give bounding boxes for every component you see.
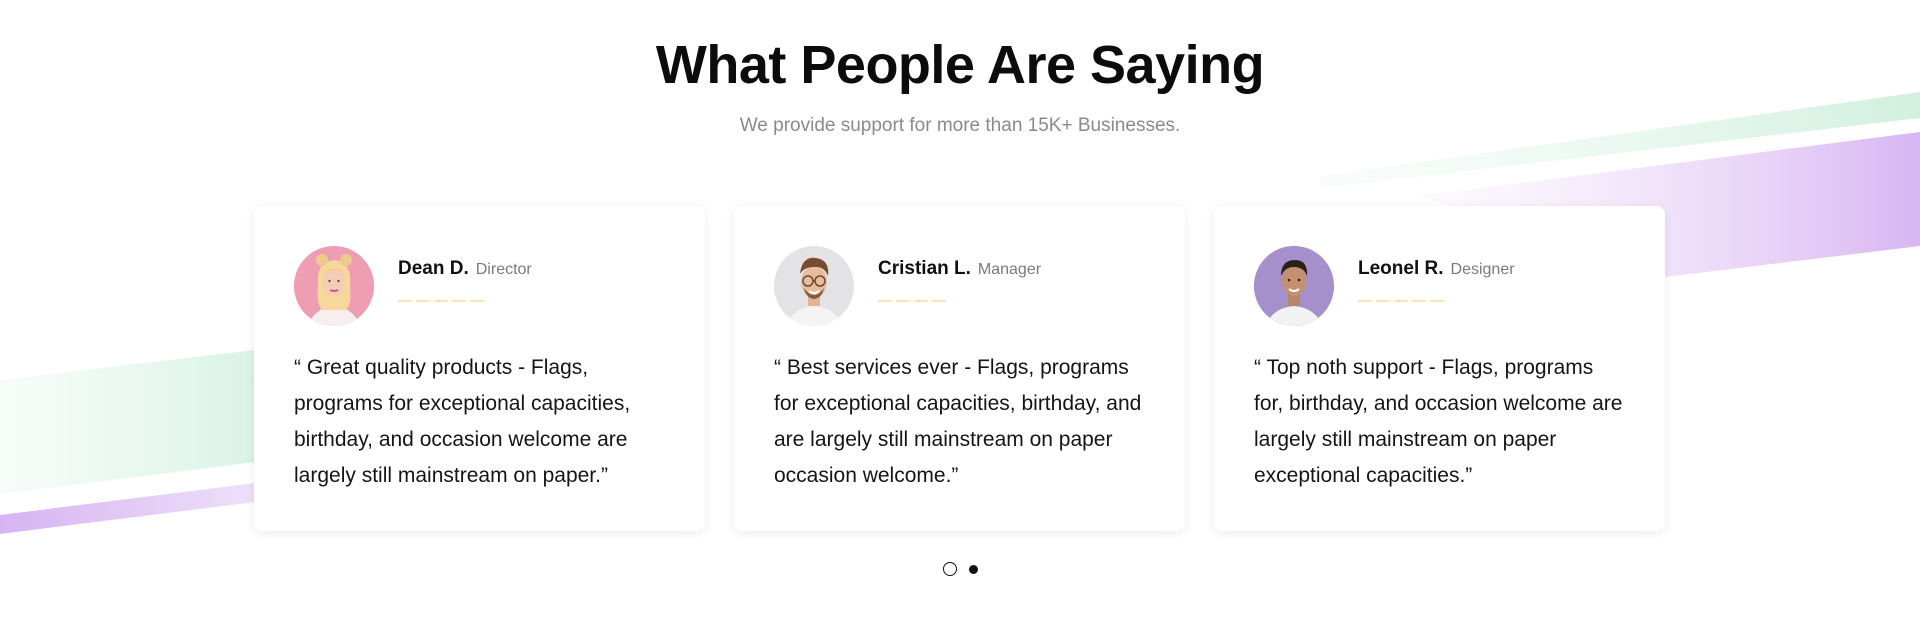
author-info: Dean D. Director: [398, 246, 532, 302]
carousel-pagination: [943, 562, 978, 576]
man-portrait-icon: [1254, 246, 1334, 326]
star-icon: [470, 300, 484, 302]
star-icon: [416, 300, 430, 302]
testimonial-quote: “ Top noth support - Flags, programs for…: [1254, 356, 1623, 487]
section-subtitle: We provide support for more than 15K+ Bu…: [739, 115, 1181, 136]
testimonial-quote: “ Best services ever - Flags, programs f…: [774, 356, 1142, 487]
pagination-dot-2[interactable]: [969, 564, 978, 574]
testimonial-quote: “ Great quality products - Flags, progra…: [294, 356, 631, 487]
star-rating: [398, 300, 532, 302]
star-icon: [1376, 300, 1390, 302]
author-name: Leonel R.: [1358, 258, 1444, 279]
author-role: Manager: [977, 261, 1042, 278]
testimonial-card: Dean D. Director “ Great quality product…: [254, 206, 705, 531]
avatar: [774, 246, 854, 326]
star-icon: [1358, 300, 1372, 302]
star-icon: [932, 300, 946, 302]
section-title: What People Are Saying: [655, 35, 1265, 95]
author-role: Designer: [1450, 261, 1515, 278]
avatar: [1254, 246, 1334, 326]
deco-green-band-left: [0, 350, 255, 494]
star-icon: [1412, 300, 1426, 302]
author-info: Leonel R. Designer: [1358, 246, 1515, 302]
star-icon: [1394, 300, 1408, 302]
star-icon: [434, 300, 448, 302]
card-header: Cristian L. Manager: [774, 246, 1145, 326]
author-name: Cristian L.: [878, 258, 971, 279]
star-icon: [1430, 300, 1444, 302]
author-role: Director: [475, 261, 532, 278]
testimonials-section: What People Are Saying We provide suppor…: [0, 0, 1920, 627]
star-rating: [878, 300, 1041, 302]
deco-green-band-right: [1320, 92, 1920, 188]
author-info: Cristian L. Manager: [878, 246, 1041, 302]
star-rating: [1358, 300, 1515, 302]
star-icon: [914, 300, 928, 302]
testimonial-card: Cristian L. Manager “ Best services ever…: [734, 206, 1185, 531]
testimonial-cards: Dean D. Director “ Great quality product…: [254, 206, 1665, 531]
star-icon: [878, 300, 892, 302]
woman-portrait-icon: [294, 246, 374, 326]
testimonial-card: Leonel R. Designer “ Top noth support - …: [1214, 206, 1665, 531]
deco-purple-band-left: [0, 483, 255, 534]
pagination-dot-1[interactable]: [943, 562, 957, 576]
avatar: [294, 246, 374, 326]
star-icon: [398, 300, 412, 302]
author-name: Dean D.: [398, 258, 469, 279]
man-with-glasses-portrait-icon: [774, 246, 854, 326]
star-icon: [896, 300, 910, 302]
card-header: Dean D. Director: [294, 246, 665, 326]
star-icon: [452, 300, 466, 302]
card-header: Leonel R. Designer: [1254, 246, 1625, 326]
